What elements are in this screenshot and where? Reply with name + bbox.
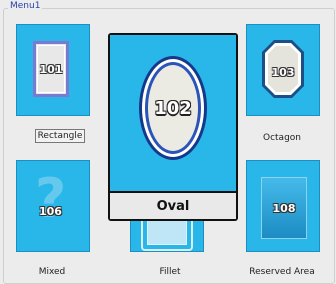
menu-item-label-reserved-area: Reserved Area xyxy=(249,267,315,277)
reserved-area-shape-icon: 108 xyxy=(261,177,307,239)
item-number: 101 xyxy=(39,62,63,76)
menu-item-label-octagon: Octagon xyxy=(263,133,301,143)
menu-item-oval-popup[interactable]: 102 Oval xyxy=(108,33,238,221)
oval-shape-icon: 102 xyxy=(139,56,207,160)
menu-item-octagon[interactable]: 103 xyxy=(246,24,320,116)
menu-title: Menu1 xyxy=(8,0,43,12)
item-number: 102 xyxy=(154,97,192,119)
item-number: 108 xyxy=(272,201,296,215)
menu-item-mixed[interactable]: ? 106 xyxy=(16,160,90,252)
menu-item-rectangle[interactable]: 101 xyxy=(16,24,90,116)
oval-tile: 102 xyxy=(110,35,236,191)
menu-item-reserved-area[interactable]: 108 xyxy=(246,160,320,252)
menu-item-label-fillet: Fillet xyxy=(159,267,181,277)
item-number: 106 xyxy=(39,205,62,218)
menu-item-label-rectangle: Rectangle xyxy=(15,129,105,143)
question-mark-icon: ? xyxy=(35,167,67,230)
item-number: 103 xyxy=(271,66,295,79)
menu-item-label-oval: Oval xyxy=(110,193,236,219)
rectangle-shape-icon: 101 xyxy=(33,41,69,97)
menu-item-label-mixed: Mixed xyxy=(38,267,66,277)
